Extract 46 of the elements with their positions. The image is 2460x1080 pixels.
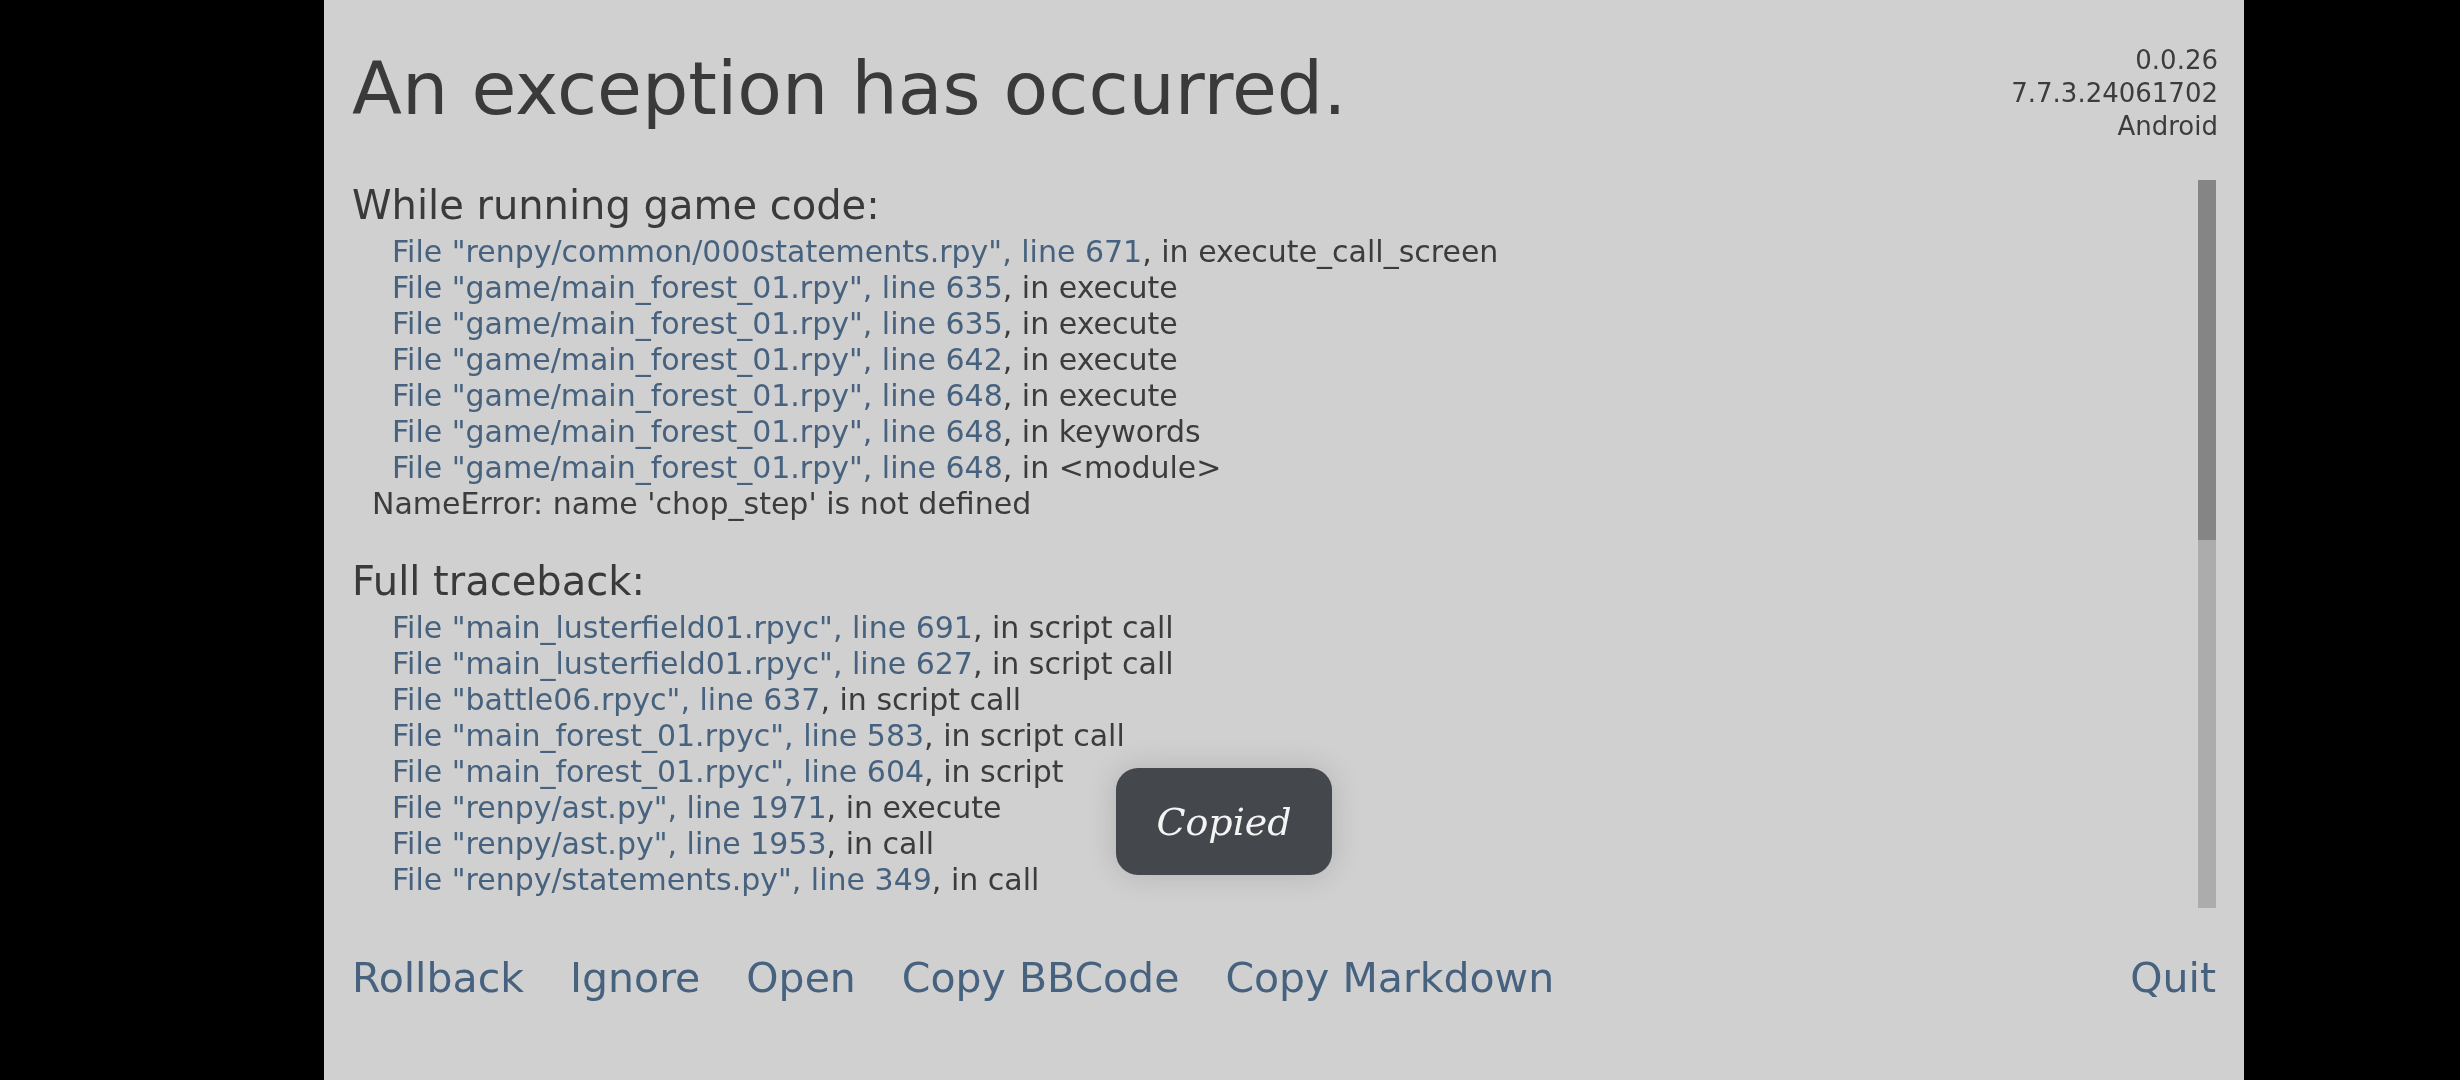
error-title: An exception has occurred. [352, 45, 1347, 133]
traceback-line: File "main_lusterfield01.rpyc", line 691, in script call [392, 610, 1174, 646]
traceback-line: File "renpy/ast.py", line 1971, in execute [392, 790, 1002, 826]
section-heading: While running game code: [352, 181, 881, 230]
file-link[interactable]: File "renpy/ast.py", line 1953 [392, 826, 827, 861]
action-button[interactable]: Copy Markdown [1225, 954, 1555, 1002]
traceback-line: File "renpy/statements.py", line 349, in call [392, 862, 1040, 898]
traceback-line: File "game/main_forest_01.rpy", line 635, in execute [392, 306, 1178, 342]
file-link[interactable]: File "main_forest_01.rpyc", line 604 [392, 754, 925, 789]
file-link[interactable]: File "battle06.rpyc", line 637 [392, 682, 821, 717]
action-button[interactable]: Open [746, 954, 856, 1002]
scrollbar[interactable] [2198, 180, 2216, 908]
version-text: 0.0.26 [2135, 44, 2218, 77]
traceback-line: File "renpy/ast.py", line 1953, in call [392, 826, 935, 862]
action-button[interactable]: Copy BBCode [901, 954, 1180, 1002]
file-link[interactable]: File "renpy/common/000statements.rpy", line 671 [392, 234, 1143, 269]
version-text: Android [2117, 110, 2218, 143]
file-link[interactable]: File "game/main_forest_01.rpy", line 648 [392, 450, 1003, 485]
action-button[interactable]: Rollback [352, 954, 524, 1002]
version-text: 7.7.3.24061702 [2011, 77, 2218, 110]
file-link[interactable]: File "renpy/statements.py", line 349 [392, 862, 932, 897]
section-heading: Full traceback: [352, 557, 646, 606]
error-message: NameError: name 'chop_step' is not defined [372, 486, 1032, 522]
traceback-line: File "main_lusterfield01.rpyc", line 627, in script call [392, 646, 1174, 682]
quit-button[interactable]: Quit [2130, 954, 2216, 1002]
file-link[interactable]: File "renpy/ast.py", line 1971 [392, 790, 827, 825]
traceback-line: File "game/main_forest_01.rpy", line 642, in execute [392, 342, 1178, 378]
file-link[interactable]: File "game/main_forest_01.rpy", line 642 [392, 342, 1003, 377]
traceback-line: File "game/main_forest_01.rpy", line 648, in <module> [392, 450, 1222, 486]
traceback-line: File "game/main_forest_01.rpy", line 648, in keywords [392, 414, 1201, 450]
copied-toast: Copied [1116, 768, 1332, 875]
file-link[interactable]: File "game/main_forest_01.rpy", line 648 [392, 414, 1003, 449]
traceback-line: File "battle06.rpyc", line 637, in script call [392, 682, 1022, 718]
file-link[interactable]: File "main_forest_01.rpyc", line 583 [392, 718, 925, 753]
file-link[interactable]: File "main_lusterfield01.rpyc", line 691 [392, 610, 973, 645]
traceback-line: File "game/main_forest_01.rpy", line 635, in execute [392, 270, 1178, 306]
traceback-line: File "main_forest_01.rpyc", line 604, in script [392, 754, 1064, 790]
traceback-line: File "renpy/common/000statements.rpy", line 671, in execute_call_screen [392, 234, 1499, 270]
traceback-line: File "game/main_forest_01.rpy", line 648, in execute [392, 378, 1178, 414]
file-link[interactable]: File "game/main_forest_01.rpy", line 635 [392, 270, 1003, 305]
traceback-line: File "main_forest_01.rpyc", line 583, in script call [392, 718, 1125, 754]
file-link[interactable]: File "game/main_forest_01.rpy", line 648 [392, 378, 1003, 413]
file-link[interactable]: File "main_lusterfield01.rpyc", line 627 [392, 646, 973, 681]
file-link[interactable]: File "game/main_forest_01.rpy", line 635 [392, 306, 1003, 341]
scrollbar-thumb[interactable] [2198, 180, 2216, 540]
action-button[interactable]: Ignore [569, 954, 701, 1002]
